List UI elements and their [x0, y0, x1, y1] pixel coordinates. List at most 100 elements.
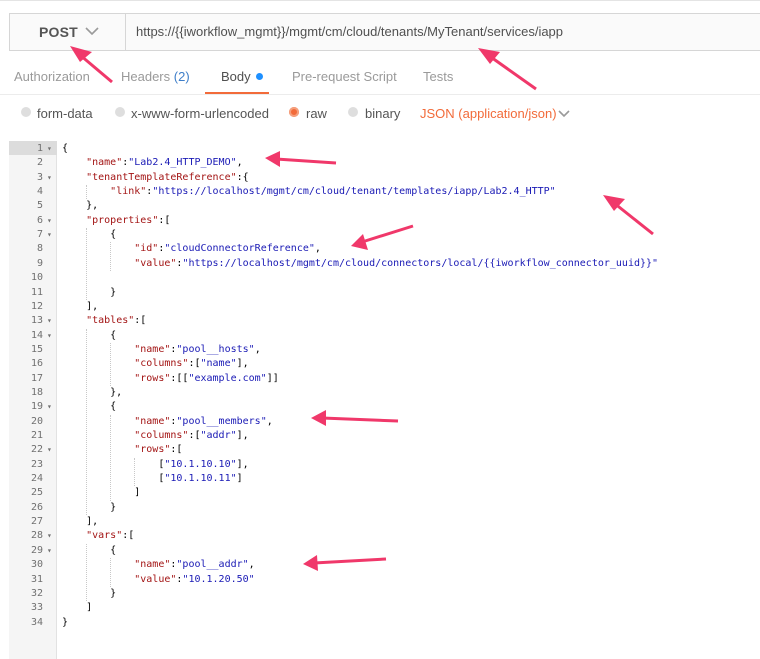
line-number: 34 [30, 616, 43, 628]
tab-body-label: Body [221, 69, 251, 84]
fold-arrow-icon[interactable]: ▾ [47, 171, 53, 185]
request-tabs: Authorization Headers (2) Body Pre-reque… [0, 60, 760, 94]
code-line: "vars":[ [86, 530, 135, 542]
line-number: 13 [30, 315, 43, 327]
code-line: ], [62, 300, 99, 312]
content-type-dropdown[interactable]: JSON (application/json) [420, 106, 557, 121]
code-line: } [62, 286, 117, 298]
line-number: 28 [30, 530, 43, 542]
fold-arrow-icon[interactable]: ▾ [47, 214, 53, 228]
code-line: "columns":["name"], [134, 358, 249, 370]
code-line: "value":"https://localhost/mgmt/cm/cloud… [134, 257, 659, 269]
line-number: 7 [36, 229, 43, 241]
top-border [0, 0, 760, 1]
line-number: 23 [30, 458, 43, 470]
code-line: { [62, 329, 117, 341]
line-number: 3 [36, 171, 43, 183]
fold-arrow-icon[interactable]: ▾ [47, 544, 53, 558]
method-label: POST [39, 24, 78, 40]
fold-arrow-icon[interactable]: ▾ [47, 228, 53, 242]
line-number: 33 [30, 602, 43, 614]
code-line: "name":"Lab2.4_HTTP_DEMO", [86, 157, 243, 169]
code-line: ] [62, 487, 141, 499]
radio-icon[interactable] [115, 107, 125, 117]
line-number: 32 [30, 587, 43, 599]
line-number: 22 [30, 444, 43, 456]
radio-selected-icon[interactable] [289, 107, 299, 117]
fold-arrow-icon[interactable]: ▾ [47, 314, 53, 328]
request-bar: POST https://{{iworkflow_mgmt}}/mgmt/cm/… [9, 13, 760, 51]
code-line: } [62, 501, 117, 513]
code-line: ["10.1.10.10"], [62, 458, 249, 470]
line-number: 1 [36, 143, 43, 154]
tab-headers-label: Headers [121, 69, 171, 84]
code-line: "columns":["addr"], [134, 430, 249, 441]
line-number: 29 [30, 544, 43, 556]
line-number: 4 [36, 186, 43, 198]
line-number: 31 [30, 573, 43, 585]
line-number-gutter: 1 ▾ 2 3 ▾ 4 5 6 ▾ 7 ▾ 8 9 10 11 12 13 ▾ 14 ▾ 15 16 17 18 19 ▾ 20 21… [9, 141, 57, 659]
line-number: 16 [30, 358, 43, 370]
code-line: "name":"pool__hosts", [134, 343, 261, 355]
url-input[interactable]: https://{{iworkflow_mgmt}}/mgmt/cm/cloud… [136, 24, 563, 39]
fold-arrow-icon[interactable]: ▾ [47, 329, 53, 343]
line-number: 9 [36, 257, 43, 269]
line-number: 25 [30, 487, 43, 499]
code-line: }, [62, 386, 123, 398]
code-editor[interactable]: 1 ▾ 2 3 ▾ 4 5 6 ▾ 7 ▾ 8 9 10 11 12 13 ▾ 14 ▾ 15 16 17 18 19 ▾ 20 21… [9, 141, 760, 659]
line-number: 17 [30, 372, 43, 384]
chevron-down-icon [85, 27, 99, 36]
line-number: 20 [30, 415, 43, 427]
code-line: } [62, 587, 117, 599]
line-number: 27 [30, 516, 43, 528]
fold-arrow-icon[interactable]: ▾ [47, 529, 53, 543]
line-number: 15 [30, 343, 43, 355]
line-number: 8 [36, 243, 43, 255]
radio-icon[interactable] [348, 107, 358, 117]
tab-body[interactable]: Body [221, 69, 263, 84]
code-line: "rows":[ [134, 444, 183, 456]
code-line: } [62, 616, 69, 628]
line-number: 6 [36, 214, 43, 226]
line-number: 26 [30, 501, 43, 513]
tabs-divider [0, 94, 760, 95]
code-line: "id":"cloudConnectorReference", [134, 243, 321, 255]
body-modified-dot-icon [255, 73, 263, 80]
code-line: ["10.1.10.11"] [62, 473, 243, 485]
code-line: { [62, 229, 117, 241]
chevron-down-icon[interactable] [558, 110, 570, 118]
code-line: "rows":[["example.com"]] [134, 372, 279, 384]
line-number: 5 [36, 200, 43, 212]
line-number: 21 [30, 430, 43, 441]
line-number: 18 [30, 386, 43, 398]
line-number: 30 [30, 559, 43, 571]
line-number: 14 [30, 329, 43, 341]
code-line: "properties":[ [86, 214, 171, 226]
code-line: "name":"pool__members", [134, 415, 273, 427]
headers-count-badge: (2) [173, 69, 190, 84]
code-line: { [62, 401, 117, 413]
option-urlencoded[interactable]: x-www-form-urlencoded [131, 106, 269, 121]
code-line: { [62, 143, 69, 154]
option-form-data[interactable]: form-data [37, 106, 93, 121]
tab-tests[interactable]: Tests [423, 69, 453, 84]
line-number: 19 [30, 401, 43, 413]
code-line: "tenantTemplateReference":{ [86, 171, 249, 183]
method-selector[interactable]: POST [10, 14, 126, 50]
option-binary[interactable]: binary [365, 106, 400, 121]
line-number: 11 [30, 286, 43, 298]
code-line: ] [62, 602, 93, 614]
line-number: 24 [30, 473, 43, 485]
tab-authorization[interactable]: Authorization [14, 69, 90, 84]
fold-arrow-icon[interactable]: ▾ [47, 400, 53, 414]
option-raw[interactable]: raw [306, 106, 327, 121]
radio-icon[interactable] [21, 107, 31, 117]
tab-prerequest-script[interactable]: Pre-request Script [292, 69, 397, 84]
fold-arrow-icon[interactable]: ▾ [47, 142, 53, 156]
code-line: ], [62, 516, 99, 528]
line-number: 2 [36, 157, 43, 169]
code-line: "tables":[ [86, 315, 147, 327]
fold-arrow-icon[interactable]: ▾ [47, 443, 53, 457]
code-line: }, [62, 200, 99, 212]
tab-headers[interactable]: Headers (2) [121, 69, 190, 84]
